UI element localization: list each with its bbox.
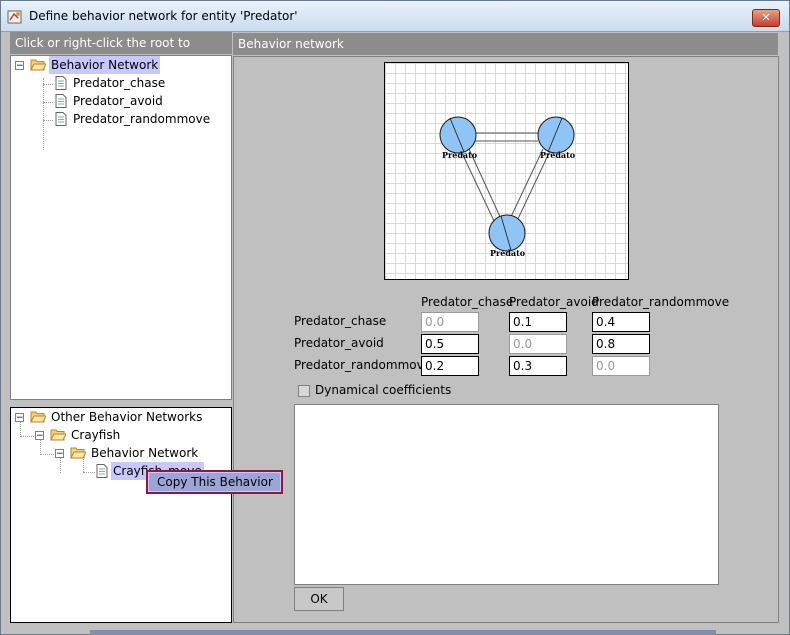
collapse-toggle[interactable]: − — [55, 449, 64, 459]
app-icon — [7, 10, 22, 24]
graph-node-label: Predato — [540, 150, 576, 160]
graph-node[interactable] — [439, 116, 477, 154]
behavior-tree-panel: − Behavior Network Predator_chase Predat… — [10, 55, 232, 400]
description-textarea[interactable] — [294, 404, 719, 585]
matrix-column-header: Predator_avoid — [509, 295, 599, 309]
folder-open-icon — [50, 429, 66, 441]
coefficient-field[interactable] — [421, 334, 479, 354]
tree-node-other-behavior-networks[interactable]: − Other Behavior Networks — [11, 408, 231, 426]
document-icon — [55, 94, 67, 108]
coefficient-field — [421, 312, 479, 332]
tree-node-crayfish-behavior-network[interactable]: − Behavior Network — [11, 444, 231, 462]
tree-label[interactable]: Predator_avoid — [71, 92, 165, 110]
tree-label[interactable]: Other Behavior Networks — [49, 408, 204, 426]
dialog-window: Define behavior network for entity 'Pred… — [0, 0, 790, 635]
title-bar[interactable]: Define behavior network for entity 'Pred… — [1, 1, 789, 32]
coefficient-field[interactable] — [592, 334, 650, 354]
document-icon — [55, 76, 67, 90]
tree-label[interactable]: Crayfish — [69, 426, 122, 444]
collapse-toggle[interactable]: − — [35, 431, 44, 441]
coefficient-field — [509, 334, 567, 354]
ok-button[interactable]: OK — [294, 587, 344, 611]
network-graph[interactable]: Predato Predato Predato — [384, 62, 629, 280]
graph-node-label: Predato — [442, 150, 478, 160]
graph-node[interactable] — [488, 214, 526, 252]
matrix-row-label: Predator_randommove — [294, 358, 432, 372]
graph-node[interactable] — [537, 116, 575, 154]
graph-node-label: Predato — [490, 248, 526, 258]
matrix-row-label: Predator_chase — [294, 314, 387, 328]
right-header: Behavior network — [233, 33, 778, 55]
dynamical-coefficients-checkbox[interactable] — [298, 385, 310, 397]
window-title: Define behavior network for entity 'Pred… — [29, 9, 298, 23]
tree-node-behavior-network[interactable]: − Behavior Network — [11, 56, 231, 74]
matrix-column-header: Predator_randommove — [592, 295, 730, 309]
left-header-hint: Click or right-click the root to continu… — [10, 32, 232, 72]
close-button[interactable]: ✕ — [752, 9, 780, 27]
tree-node-predator-avoid[interactable]: Predator_avoid — [11, 92, 231, 110]
coefficient-field[interactable] — [421, 356, 479, 376]
folder-open-icon — [70, 447, 86, 459]
tree-label[interactable]: Behavior Network — [49, 56, 161, 74]
tree-label[interactable]: Behavior Network — [89, 444, 200, 462]
graph-edge — [460, 150, 496, 224]
context-menu: Copy This Behavior — [146, 470, 283, 494]
graph-edge — [515, 150, 551, 224]
folder-open-icon — [30, 59, 46, 71]
context-menu-item-copy-behavior[interactable]: Copy This Behavior — [149, 473, 280, 491]
tree-label[interactable]: Predator_chase — [71, 74, 167, 92]
matrix-row-label: Predator_avoid — [294, 336, 384, 350]
tree-node-predator-randommove[interactable]: Predator_randommove — [11, 110, 231, 128]
network-graph-svg: Predato Predato Predato — [439, 116, 576, 258]
client-area: Click or right-click the root to continu… — [6, 32, 784, 626]
coefficient-field[interactable] — [509, 312, 567, 332]
document-icon — [55, 112, 67, 126]
taskbar-strip — [90, 630, 716, 635]
collapse-toggle[interactable]: − — [15, 413, 24, 423]
document-icon — [96, 464, 108, 478]
folder-open-icon — [30, 411, 46, 423]
coefficient-field[interactable] — [592, 312, 650, 332]
tree-node-predator-chase[interactable]: Predator_chase — [11, 74, 231, 92]
coefficient-field — [592, 356, 650, 376]
behavior-network-panel: Predato Predato Predato Predator_chase P… — [233, 56, 779, 623]
collapse-toggle[interactable]: − — [15, 61, 24, 71]
dynamical-coefficients-label[interactable]: Dynamical coefficients — [315, 383, 451, 397]
tree-node-crayfish[interactable]: − Crayfish — [11, 426, 231, 444]
tree-label[interactable]: Predator_randommove — [71, 110, 212, 128]
matrix-column-header: Predator_chase — [421, 295, 514, 309]
coefficient-field[interactable] — [509, 356, 567, 376]
graph-edge — [508, 148, 544, 222]
other-networks-tree-panel: − Other Behavior Networks − Crayfish − B… — [10, 407, 232, 623]
